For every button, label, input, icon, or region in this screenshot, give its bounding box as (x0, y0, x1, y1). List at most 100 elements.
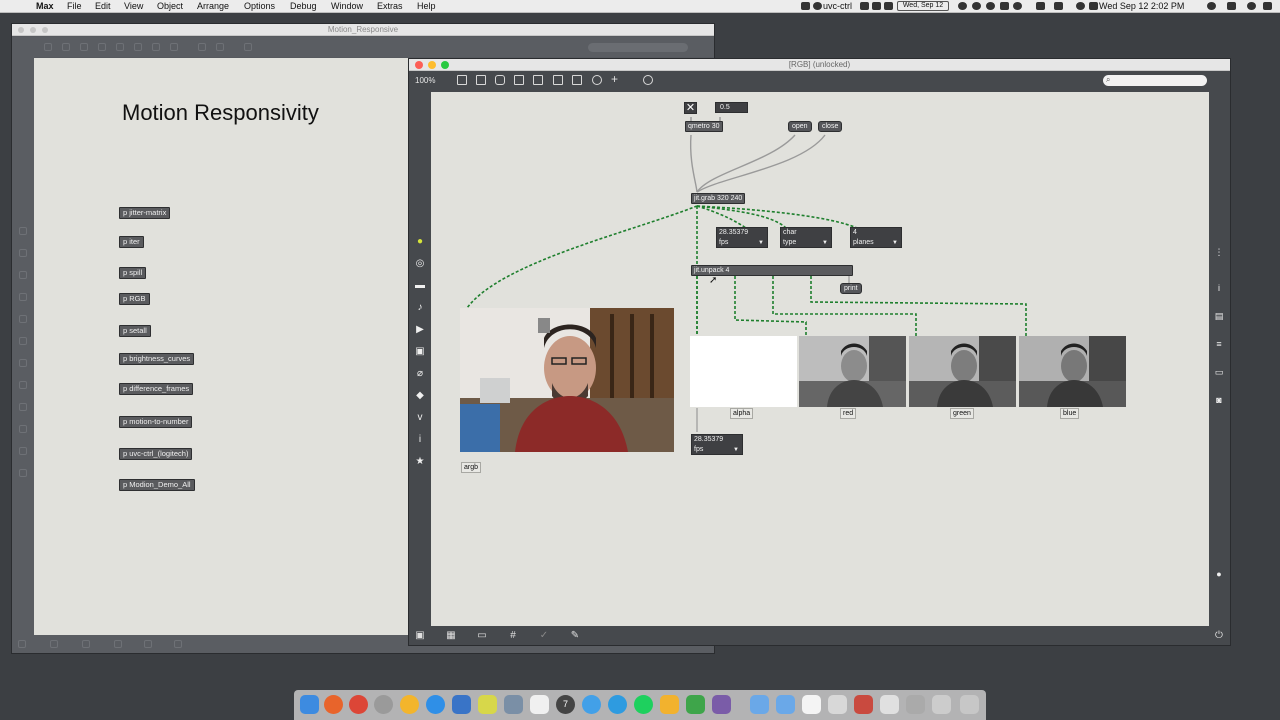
finder-icon[interactable] (300, 695, 319, 714)
evernote-icon[interactable] (686, 695, 705, 714)
menu-window[interactable]: Window (331, 1, 363, 11)
subpatcher-spill[interactable]: p spill (119, 267, 147, 279)
presentation-icon[interactable]: ▦ (445, 631, 457, 641)
alpha-video-window[interactable] (690, 336, 797, 407)
uvc-ctrl-status[interactable]: uvc-ctrl (823, 1, 852, 11)
subpatcher-iter[interactable]: p iter (119, 236, 144, 248)
subpatcher-rgb[interactable]: p RGB (119, 293, 150, 305)
subpatcher-modion-demo-all[interactable]: p Modion_Demo_All (119, 479, 195, 491)
skype-icon[interactable] (972, 2, 981, 10)
patcher-canvas[interactable]: Motion Responsivity p jitter-matrix p it… (34, 58, 414, 635)
grid-dots-icon[interactable]: ⋮ (1214, 247, 1224, 257)
menu-help[interactable]: Help (417, 1, 436, 11)
menu-extras[interactable]: Extras (377, 1, 403, 11)
qmetro-object[interactable]: qmetro 30 (685, 121, 723, 132)
music-note-icon[interactable]: ♪ (415, 303, 425, 313)
sidebar-icon[interactable] (19, 315, 27, 323)
jit-grab-object[interactable]: jit.grab 320 240 (691, 193, 746, 204)
check-icon[interactable]: ✓ (538, 631, 550, 641)
toolbar-icon[interactable] (44, 43, 52, 51)
menu-file[interactable]: File (67, 1, 82, 11)
wrench-icon[interactable] (174, 640, 182, 648)
toolbar-icon[interactable] (170, 43, 178, 51)
fps-attrui[interactable]: 28.35379 fps ▼ (716, 227, 768, 248)
toolbar-icon[interactable] (82, 640, 90, 648)
app-icon[interactable] (400, 695, 419, 714)
dropdown-arrow-icon[interactable]: ▼ (758, 240, 764, 246)
toggle-icon[interactable] (514, 75, 524, 85)
toolbar-icon[interactable] (198, 43, 206, 51)
control-center-icon[interactable] (1247, 2, 1256, 10)
sidebar-icon[interactable] (19, 381, 27, 389)
sidebar-icon[interactable] (19, 271, 27, 279)
sidebar-icon[interactable] (19, 469, 27, 477)
sidebar-icon[interactable] (19, 403, 27, 411)
toolbar-icon[interactable] (62, 43, 70, 51)
messages-icon[interactable] (582, 695, 601, 714)
vst-icon[interactable]: v (415, 413, 425, 423)
toolbar-icon[interactable] (216, 43, 224, 51)
sidebar-icon[interactable] (19, 359, 27, 367)
close-message[interactable]: close (818, 121, 843, 132)
subpatcher-brightness-curves[interactable]: p brightness_curves (119, 353, 195, 365)
bluetooth-icon[interactable] (1054, 2, 1063, 10)
menu-object[interactable]: Object (157, 1, 183, 11)
sidebar-icon[interactable] (19, 337, 27, 345)
print-object[interactable]: print (840, 283, 862, 294)
clock[interactable]: Wed Sep 12 2:02 PM (1099, 1, 1184, 11)
screen-icon[interactable]: ▭ (476, 631, 488, 641)
skype-icon[interactable] (608, 695, 627, 714)
sidebar-icon[interactable] (19, 293, 27, 301)
add-icon[interactable]: + (611, 73, 621, 85)
image-icon[interactable]: ▣ (415, 347, 425, 357)
max-icon[interactable]: 7 (556, 695, 575, 714)
toolbar-icon[interactable] (134, 43, 142, 51)
volume-icon[interactable] (1089, 2, 1098, 10)
window-thumbnail-icon[interactable] (906, 695, 925, 714)
window-thumbnail-icon[interactable] (880, 695, 899, 714)
blue-video-window[interactable] (1019, 336, 1126, 407)
sidebar-icon[interactable] (19, 249, 27, 257)
window-thumbnail-icon[interactable] (932, 695, 951, 714)
toolbar-icon[interactable] (80, 43, 88, 51)
folder-icon[interactable] (750, 695, 769, 714)
app-icon[interactable] (374, 695, 393, 714)
number-icon[interactable] (553, 75, 563, 85)
toolbar-icon[interactable] (244, 43, 252, 51)
toggle[interactable]: ✕ (684, 102, 697, 114)
firefox-icon[interactable] (324, 695, 343, 714)
target-icon[interactable]: ◎ (415, 259, 425, 269)
uvc-icon[interactable] (813, 2, 822, 10)
toolbar-icon[interactable] (144, 640, 152, 648)
power-icon[interactable]: ⏻ (1213, 631, 1225, 641)
toolbar-icon[interactable] (98, 43, 106, 51)
clock-icon[interactable] (1000, 2, 1009, 10)
lock-icon[interactable] (18, 640, 26, 648)
float-number-box[interactable]: 0.5 (715, 102, 748, 113)
sidebar-icon[interactable] (19, 227, 27, 235)
menu-edit[interactable]: Edit (95, 1, 111, 11)
info-icon[interactable]: i (415, 435, 425, 445)
toolbar-icon[interactable] (116, 43, 124, 51)
subpatcher-difference-frames[interactable]: p difference_frames (119, 383, 194, 395)
screen-icon[interactable] (801, 2, 810, 10)
green-video-window[interactable] (909, 336, 1016, 407)
cloud-icon[interactable] (1036, 2, 1045, 10)
subpatcher-motion-to-number[interactable]: p motion-to-number (119, 416, 193, 428)
menu-view[interactable]: View (124, 1, 143, 11)
window-thumbnail-icon[interactable] (828, 695, 847, 714)
fps-attrui-output[interactable]: 28.35379 fps ▼ (691, 434, 743, 455)
red-video-window[interactable] (799, 336, 906, 407)
search-field[interactable] (588, 43, 688, 52)
lock-icon[interactable]: ▣ (414, 631, 426, 641)
book-icon[interactable]: ▤ (1214, 311, 1224, 321)
subpatcher-uvc-ctrl[interactable]: p uvc-ctrl_(logitech) (119, 448, 193, 460)
dropdown-arrow-icon[interactable]: ▼ (822, 240, 828, 246)
paint-bucket-icon[interactable] (643, 75, 653, 85)
search-field[interactable]: ⌕ (1103, 75, 1207, 86)
grid-icon[interactable] (114, 640, 122, 648)
argb-video-window[interactable] (460, 308, 674, 452)
app-menu[interactable]: Max (36, 1, 54, 11)
window-thumbnail-icon[interactable] (854, 695, 873, 714)
document-icon[interactable] (802, 695, 821, 714)
